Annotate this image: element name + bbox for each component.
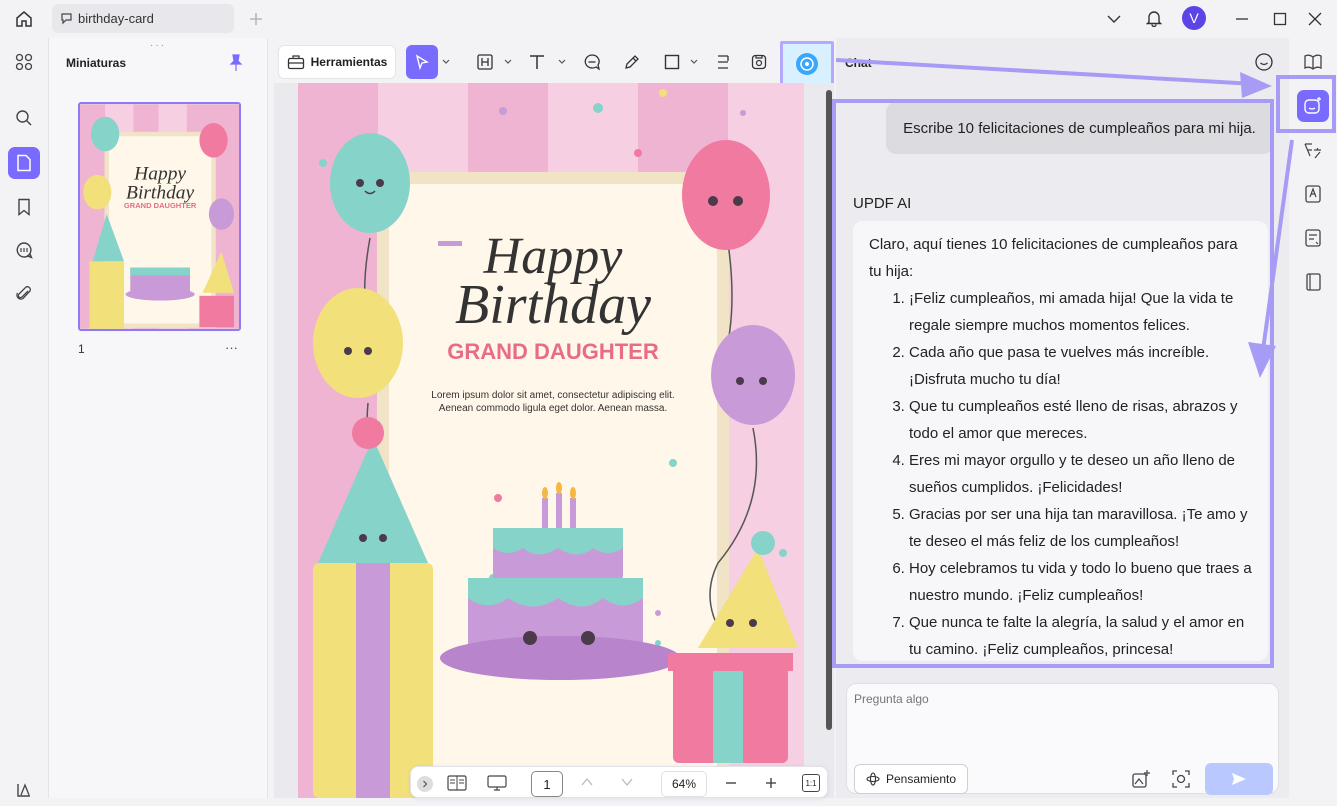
ai-orb-icon	[796, 53, 818, 75]
select-dropdown-icon[interactable]	[440, 45, 452, 79]
add-image-icon[interactable]	[1131, 769, 1151, 789]
text-box-dropdown-icon[interactable]	[502, 45, 514, 79]
maximize-icon[interactable]	[1270, 9, 1290, 29]
text-box-tool-icon[interactable]	[472, 45, 498, 79]
previous-page-icon[interactable]	[581, 777, 593, 787]
atom-icon	[866, 772, 880, 786]
text-tool-icon[interactable]	[524, 45, 550, 79]
ai-chat-icon	[1304, 97, 1321, 114]
screenshot-icon[interactable]	[1171, 769, 1191, 789]
collapse-bar-icon[interactable]	[417, 776, 433, 792]
select-tool-button[interactable]	[406, 45, 438, 79]
pages-icon[interactable]	[8, 147, 40, 179]
tab-title: birthday-card	[78, 11, 154, 26]
comment-icon	[61, 13, 72, 25]
save-tool-icon[interactable]	[746, 45, 772, 79]
translate-icon[interactable]	[1297, 135, 1329, 167]
notification-bell-icon[interactable]	[1144, 7, 1164, 29]
document-tab[interactable]: birthday-card	[52, 4, 234, 33]
page-thumbnail[interactable]: Happy Birthday GRAND DAUGHTER	[78, 102, 241, 331]
organize-tool-icon[interactable]	[712, 45, 734, 79]
svg-text:GRAND DAUGHTER: GRAND DAUGHTER	[124, 201, 197, 210]
thumbnails-title: Miniaturas	[66, 56, 127, 70]
next-page-icon[interactable]	[621, 777, 633, 787]
book-icon[interactable]	[1297, 266, 1329, 298]
svg-text:Happy: Happy	[133, 164, 186, 185]
card-heading-line2: Birthday	[455, 274, 651, 336]
shape-tool-icon[interactable]	[659, 45, 685, 79]
svg-text:Birthday: Birthday	[126, 182, 194, 203]
birthday-card-artwork: Happy Birthday GRAND DAUGHTER Lorem ipsu…	[298, 83, 804, 798]
chat-input-box: Pensamiento	[846, 683, 1279, 795]
reader-icon[interactable]	[1297, 46, 1329, 78]
card-body-line2: Aenean commodo ligula eget dolor. Aenean…	[439, 403, 668, 414]
tools-label: Herramientas	[310, 55, 388, 69]
layers-icon[interactable]	[8, 774, 40, 806]
chevron-down-icon[interactable]	[1104, 9, 1124, 29]
pin-icon[interactable]	[229, 54, 245, 72]
toolbox-icon	[287, 55, 304, 70]
thumbnail-more-button[interactable]: ···	[225, 340, 238, 355]
zoom-level[interactable]: 64%	[661, 771, 707, 797]
thinking-label: Pensamiento	[885, 772, 957, 786]
drag-handle[interactable]: ···	[150, 40, 166, 51]
home-icon[interactable]	[12, 8, 36, 30]
chat-input[interactable]	[854, 692, 1264, 742]
close-icon[interactable]	[1305, 9, 1325, 29]
presentation-icon[interactable]	[487, 775, 507, 791]
form-icon[interactable]	[1297, 222, 1329, 254]
new-tab-icon[interactable]	[246, 9, 266, 29]
minimize-icon[interactable]	[1232, 9, 1252, 29]
shape-dropdown-icon[interactable]	[688, 45, 700, 79]
annotation-highlight-box	[832, 99, 1274, 668]
send-button[interactable]	[1205, 763, 1273, 795]
pdf-page: Happy Birthday GRAND DAUGHTER Lorem ipsu…	[298, 83, 804, 798]
toolbar: Herramientas	[274, 41, 834, 87]
zoom-in-icon[interactable]	[765, 777, 777, 789]
cursor-icon	[415, 54, 429, 70]
thinking-toggle-button[interactable]: Pensamiento	[854, 764, 968, 794]
thumbnail-page-number: 1	[78, 342, 85, 356]
page-number-input[interactable]: 1	[531, 771, 563, 797]
ai-assistant-button[interactable]	[780, 41, 834, 87]
text-dropdown-icon[interactable]	[556, 45, 568, 79]
comment-tool-icon[interactable]	[579, 45, 605, 79]
bookmark-icon[interactable]	[8, 191, 40, 223]
avatar[interactable]: V	[1182, 6, 1206, 30]
left-rail	[0, 38, 48, 798]
history-icon[interactable]	[1254, 52, 1274, 72]
actual-size-button[interactable]: 1:1	[802, 774, 820, 792]
pen-tool-icon[interactable]	[619, 45, 645, 79]
page-layout-icon[interactable]	[447, 775, 467, 791]
apps-grid-icon[interactable]	[8, 46, 40, 78]
title-bar: birthday-card V	[0, 0, 1337, 38]
send-icon	[1232, 773, 1246, 785]
comments-icon[interactable]	[8, 234, 40, 266]
thumbnails-panel: ··· Miniaturas Happy Birthday GRAND DAUG…	[48, 38, 268, 798]
search-icon[interactable]	[8, 102, 40, 134]
zoom-out-icon[interactable]	[725, 777, 737, 789]
attachment-icon[interactable]	[8, 278, 40, 310]
card-subheading: GRAND DAUGHTER	[447, 339, 659, 364]
spell-check-icon[interactable]	[1297, 178, 1329, 210]
page-navigation-bar: 1 64% 1:1	[410, 766, 828, 798]
document-viewer[interactable]: Happy Birthday GRAND DAUGHTER Lorem ipsu…	[274, 83, 834, 798]
right-rail	[1289, 38, 1337, 798]
card-body-line1: Lorem ipsum dolor sit amet, consectetur …	[431, 390, 674, 401]
thumbnail-preview: Happy Birthday GRAND DAUGHTER	[80, 104, 239, 329]
chat-title: Chat	[845, 56, 872, 70]
ai-chat-button[interactable]	[1297, 90, 1329, 122]
tools-button[interactable]: Herramientas	[278, 45, 396, 79]
